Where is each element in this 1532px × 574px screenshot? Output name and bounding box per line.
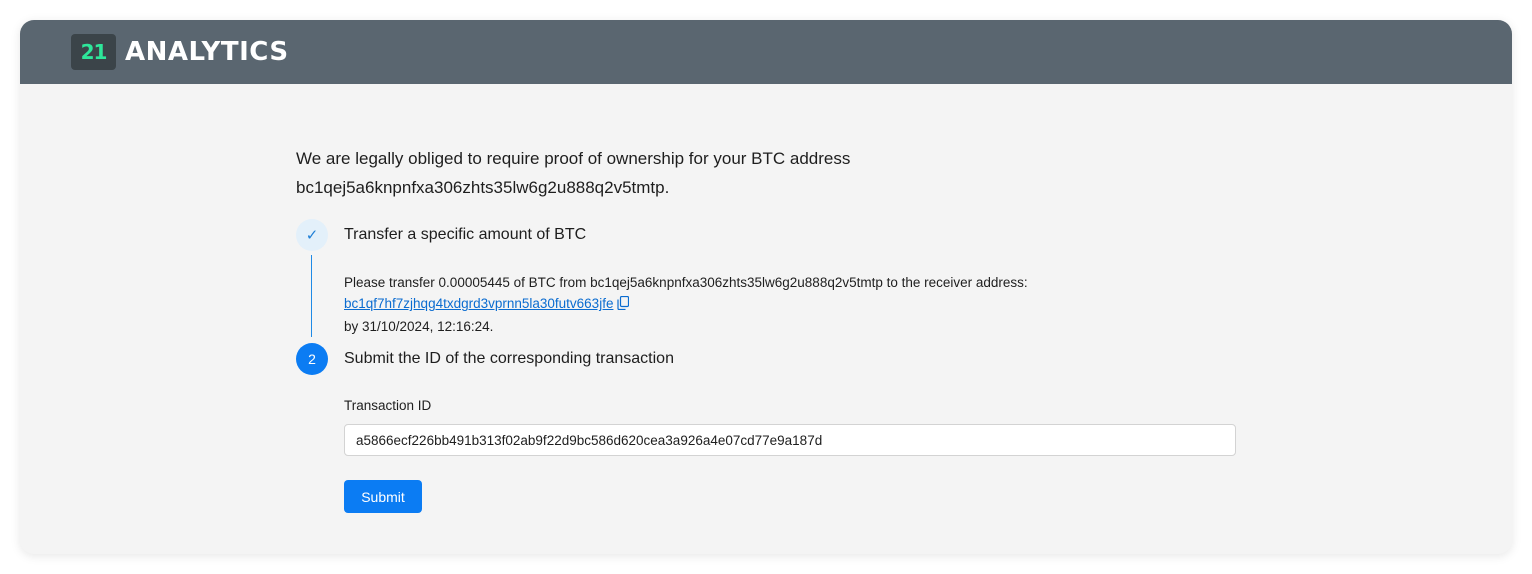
receiver-address-link[interactable]: bc1qf7hf7zjhqg4txdgrd3vprnn5la30futv663j…	[344, 296, 613, 311]
step-1-check-icon: ✓	[296, 219, 328, 251]
step-1-body: Please transfer 0.00005445 of BTC from b…	[344, 272, 1028, 337]
step-1-instruction: Please transfer 0.00005445 of BTC from b…	[344, 275, 1028, 290]
app-window: 21 ANALYTICS We are legally obliged to r…	[20, 20, 1512, 554]
top-bar: 21 ANALYTICS	[20, 20, 1512, 84]
step-1-deadline: by 31/10/2024, 12:16:24.	[344, 319, 494, 334]
step-2-title: Submit the ID of the corresponding trans…	[344, 350, 674, 367]
intro-text: We are legally obliged to require proof …	[296, 144, 1246, 202]
submit-button[interactable]: Submit	[344, 480, 422, 513]
intro-line-2: bc1qej5a6knpnfxa306zhts35lw6g2u888q2v5tm…	[296, 178, 670, 197]
proof-of-ownership-panel: We are legally obliged to require proof …	[296, 144, 1246, 513]
intro-line-1: We are legally obliged to require proof …	[296, 149, 851, 168]
step-2-number-badge: 2	[296, 343, 328, 375]
transaction-id-label: Transaction ID	[344, 398, 432, 413]
step-connector-line	[311, 255, 312, 337]
transaction-id-input[interactable]	[344, 424, 1236, 456]
step-1-title: Transfer a specific amount of BTC	[344, 226, 587, 243]
receiver-address-row: bc1qf7hf7zjhqg4txdgrd3vprnn5la30futv663j…	[344, 293, 1028, 316]
logo-text: ANALYTICS	[125, 37, 289, 67]
copy-icon[interactable]	[617, 295, 630, 316]
logo-mark: 21	[71, 34, 116, 70]
